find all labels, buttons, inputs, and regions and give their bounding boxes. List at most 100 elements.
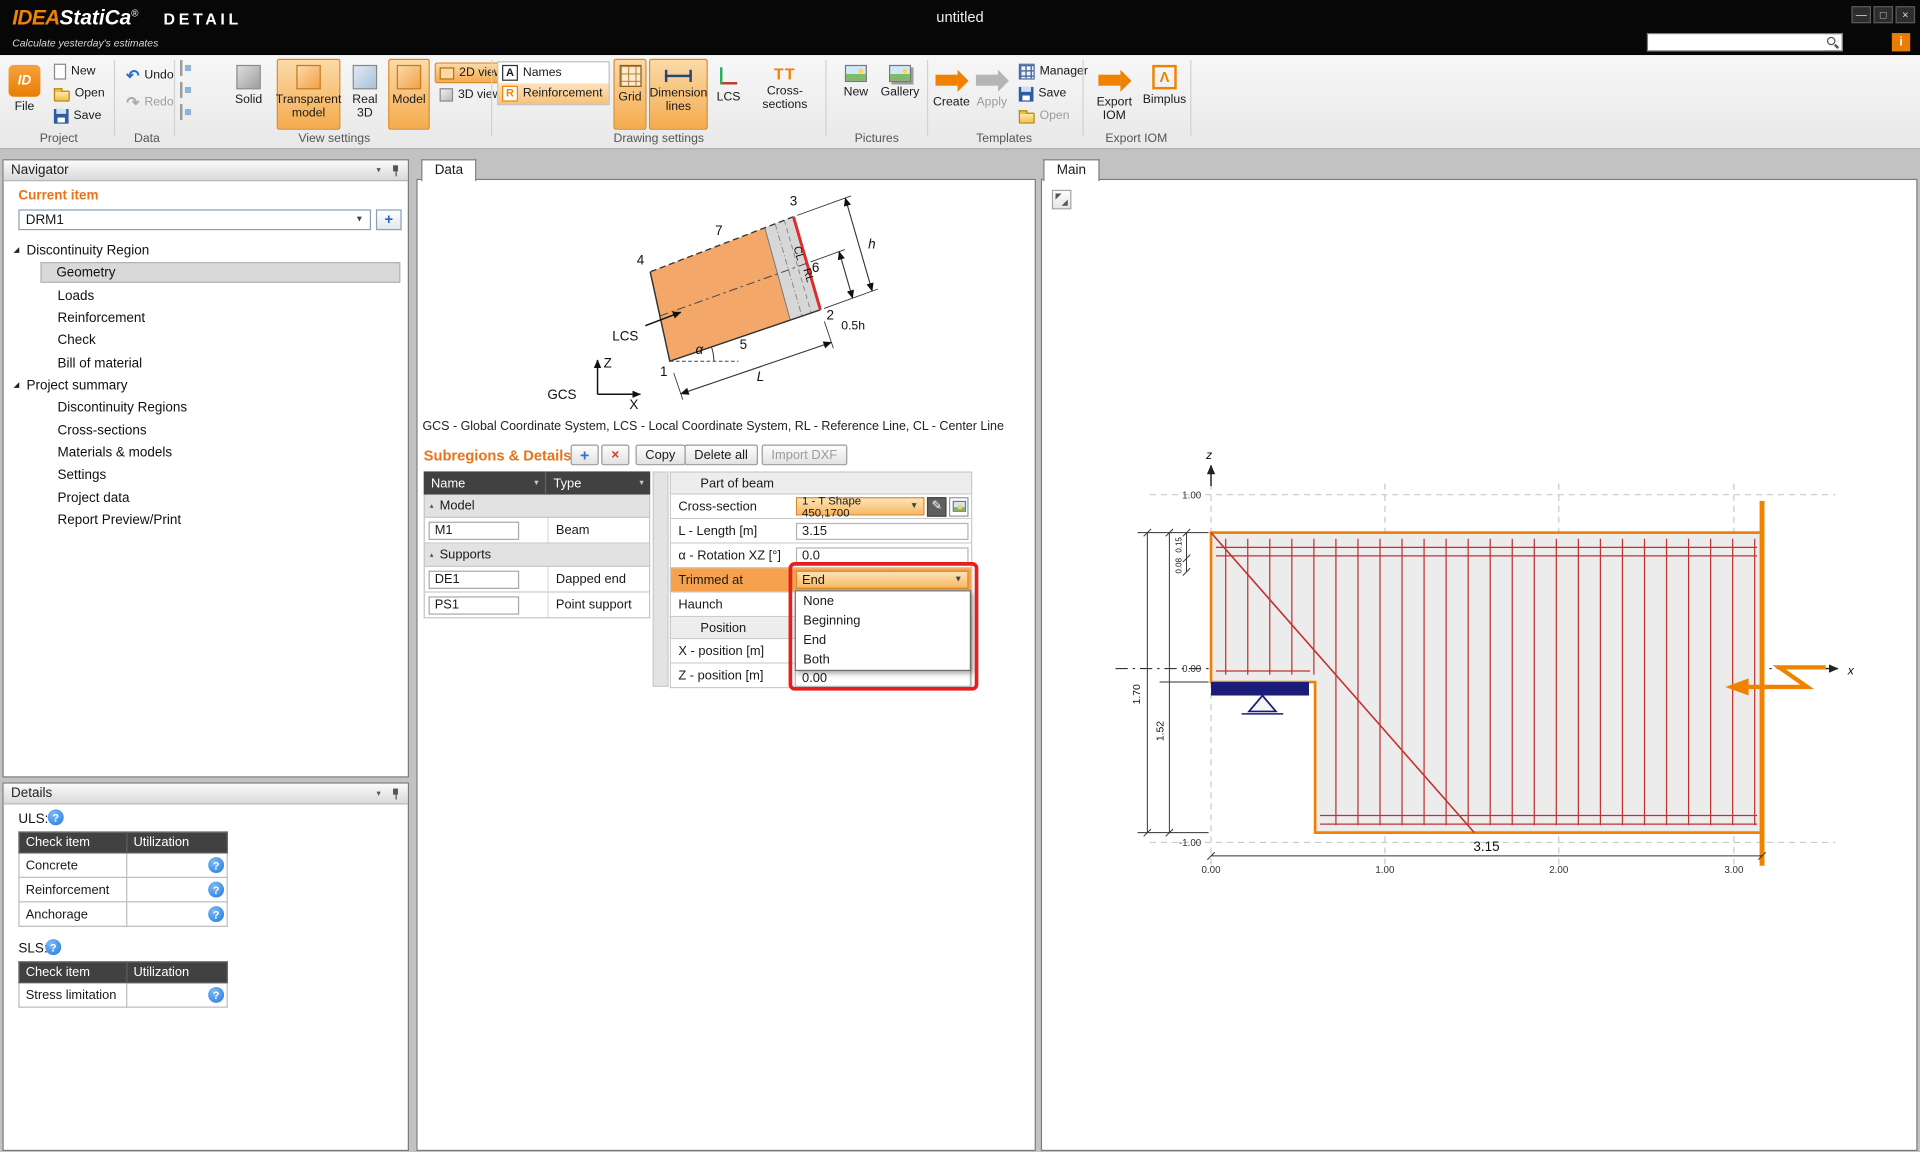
option-end[interactable]: End (796, 631, 970, 651)
tab-data[interactable]: Data (421, 159, 476, 181)
option-both[interactable]: Both (796, 650, 970, 670)
collapse-icon[interactable]: ▾ (377, 789, 381, 799)
undo-button[interactable]: Undo (121, 65, 178, 86)
help-icon[interactable]: ? (208, 857, 224, 873)
model-button[interactable]: Model (388, 59, 430, 130)
collapse-group-icon[interactable] (430, 550, 434, 559)
expander-icon[interactable] (13, 246, 19, 255)
table-row[interactable]: Concrete ? (19, 853, 227, 877)
search-input[interactable] (1648, 34, 1824, 50)
group-label-export-iom: Export IOM (1082, 132, 1190, 145)
tree-item-check[interactable]: Check (58, 329, 96, 350)
tree-item-materials-models[interactable]: Materials & models (58, 442, 173, 463)
new-button[interactable]: New (49, 61, 100, 82)
template-manager-button[interactable]: Manager (1014, 61, 1093, 82)
new-label: New (71, 65, 96, 78)
export-iom-button[interactable]: Export IOM (1090, 59, 1139, 130)
table-row[interactable]: PS1 Point support (424, 593, 651, 619)
tree-item-bill-of-material[interactable]: Bill of material (58, 353, 143, 374)
rotation-input[interactable]: 0.0 (796, 547, 969, 564)
names-toggle[interactable]: Names (498, 62, 608, 83)
name-field[interactable]: DE1 (429, 570, 520, 588)
tree-item-reinforcement[interactable]: Reinforcement (58, 307, 146, 328)
bimplus-button[interactable]: Bimplus (1141, 59, 1188, 130)
collapse-group-icon[interactable] (430, 501, 434, 510)
import-dxf-button[interactable]: Import DXF (762, 444, 847, 465)
cross-section-picture-button[interactable] (949, 497, 969, 517)
minimize-button[interactable]: — (1851, 6, 1871, 23)
help-icon[interactable]: ? (45, 939, 61, 955)
file-button[interactable]: File (6, 59, 43, 130)
close-button[interactable]: × (1896, 6, 1916, 23)
z-position-input[interactable]: 0.00 (795, 671, 971, 687)
cross-sections-button[interactable]: Cross-sections (748, 59, 821, 130)
current-item-dropdown[interactable]: DRM1 ▼ (18, 209, 371, 230)
view-tool-1-button[interactable] (180, 61, 182, 74)
dimension-lines-button[interactable]: Dimension lines (649, 59, 708, 130)
add-region-button[interactable]: + (376, 209, 402, 230)
length-input[interactable]: 3.15 (796, 522, 969, 539)
z-position-label: Z - position [m] (671, 668, 793, 683)
trimmed-at-dropdown[interactable]: End▼ (796, 571, 969, 589)
table-row[interactable]: Anchorage ? (19, 902, 227, 926)
solid-button[interactable]: Solid (225, 59, 272, 130)
copy-button[interactable]: Copy (636, 444, 686, 465)
table-row[interactable]: Stress limitation ? (19, 983, 227, 1007)
fit-view-button[interactable] (1052, 190, 1072, 210)
delete-subregion-button[interactable]: × (601, 444, 629, 465)
tree-item-discontinuity-region[interactable]: Discontinuity Region (13, 240, 149, 261)
redo-button[interactable]: Redo (121, 92, 178, 113)
pin-icon[interactable] (391, 165, 401, 176)
help-icon[interactable]: ? (48, 809, 64, 825)
filter-icon[interactable] (638, 479, 645, 486)
lcs-button[interactable]: LCS (711, 59, 745, 130)
table-row[interactable]: M1 Beam (424, 518, 651, 544)
tree-item-project-data[interactable]: Project data (58, 487, 130, 508)
pin-icon[interactable] (391, 788, 401, 799)
cross-section-dropdown[interactable]: 1 - T Shape 450,1700▼ (796, 497, 925, 515)
tree-item-report-preview-print[interactable]: Report Preview/Print (58, 509, 182, 530)
template-apply-button[interactable]: Apply (973, 59, 1010, 130)
transparent-model-button[interactable]: Transparent model (277, 59, 341, 130)
tab-main[interactable]: Main (1043, 159, 1099, 181)
option-none[interactable]: None (796, 591, 970, 611)
open-button[interactable]: Open (49, 83, 110, 104)
template-save-button[interactable]: Save (1014, 83, 1071, 104)
search-icon[interactable] (1827, 37, 1836, 46)
view-3d-button[interactable]: 3D view (435, 84, 507, 105)
template-open-button[interactable]: Open (1014, 105, 1075, 126)
grid-button[interactable]: Grid (613, 59, 646, 130)
table-row[interactable]: DE1 Dapped end (424, 567, 651, 593)
picture-new-button[interactable]: New (836, 59, 875, 130)
name-field[interactable]: M1 (429, 521, 520, 539)
tree-item-project-summary[interactable]: Project summary (13, 375, 127, 396)
view-tool-2-button[interactable] (180, 83, 182, 96)
template-create-button[interactable]: Create (932, 59, 971, 130)
gallery-button[interactable]: Gallery (878, 59, 922, 130)
tree-item-discontinuity-regions[interactable]: Discontinuity Regions (58, 397, 188, 418)
edit-cross-section-button[interactable] (927, 497, 947, 517)
filter-icon[interactable] (533, 479, 540, 486)
reinforcement-toggle[interactable]: Reinforcement (498, 83, 608, 104)
help-icon[interactable]: ? (208, 906, 224, 922)
group-row-model[interactable]: Model (424, 495, 651, 518)
maximize-button[interactable]: □ (1873, 6, 1893, 23)
tree-item-geometry[interactable]: Geometry (40, 262, 400, 283)
option-beginning[interactable]: Beginning (796, 611, 970, 631)
delete-all-button[interactable]: Delete all (684, 444, 757, 465)
collapse-icon[interactable]: ▾ (377, 165, 381, 175)
group-row-supports[interactable]: Supports (424, 544, 651, 567)
view-tool-3-button[interactable] (180, 105, 182, 118)
save-button[interactable]: Save (49, 105, 106, 126)
table-row[interactable]: Reinforcement ? (19, 877, 227, 901)
license-info-button[interactable]: i (1892, 33, 1910, 51)
name-field[interactable]: PS1 (429, 596, 520, 614)
help-icon[interactable]: ? (208, 882, 224, 898)
help-icon[interactable]: ? (208, 987, 224, 1003)
expander-icon[interactable] (13, 381, 19, 390)
tree-item-loads[interactable]: Loads (58, 285, 95, 306)
real-3d-button[interactable]: Real 3D (344, 59, 386, 130)
add-subregion-button[interactable]: + (571, 444, 599, 465)
tree-item-settings[interactable]: Settings (58, 464, 107, 485)
tree-item-cross-sections[interactable]: Cross-sections (58, 420, 147, 441)
